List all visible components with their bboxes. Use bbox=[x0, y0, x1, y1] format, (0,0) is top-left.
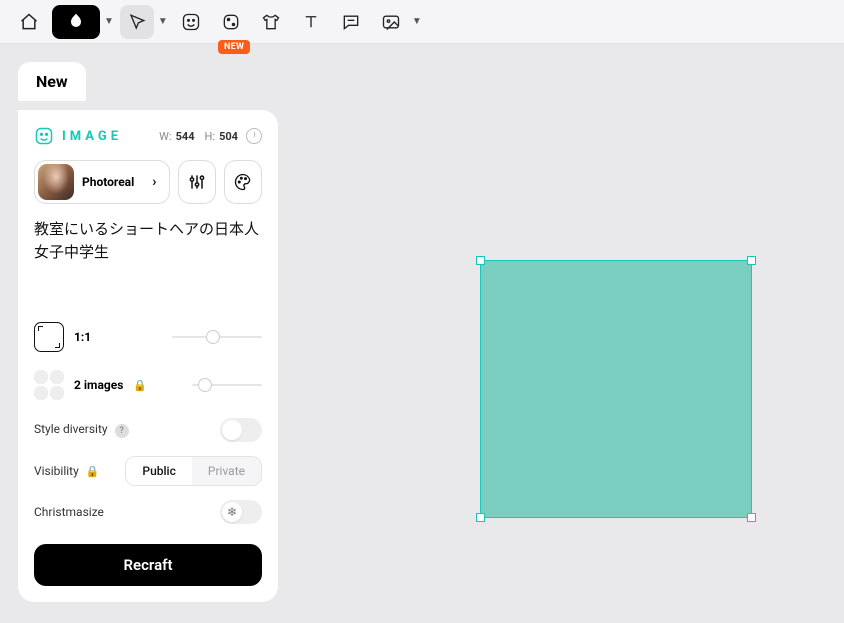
tab-new[interactable]: New bbox=[18, 62, 86, 101]
chevron-down-icon[interactable]: ▼ bbox=[158, 16, 168, 27]
lock-icon: 🔒 bbox=[133, 379, 147, 392]
width-value: 544 bbox=[176, 130, 195, 143]
cursor-icon[interactable] bbox=[120, 5, 154, 39]
images-count-label: 2 images bbox=[74, 378, 123, 392]
visibility-row: Visibility 🔒 Public Private bbox=[34, 456, 262, 486]
brand-tool-group[interactable]: ▼ bbox=[52, 5, 114, 39]
aspect-label: 1:1 bbox=[74, 330, 91, 344]
resize-handle-br[interactable] bbox=[747, 513, 756, 522]
home-icon[interactable] bbox=[12, 5, 46, 39]
image-tool-group[interactable]: ▼ bbox=[374, 5, 422, 39]
resize-handle-tl[interactable] bbox=[476, 256, 485, 265]
sliders-button[interactable] bbox=[178, 160, 216, 204]
aspect-slider[interactable] bbox=[172, 336, 262, 338]
recraft-button[interactable]: Recraft bbox=[34, 544, 262, 586]
top-toolbar: ▼ ▼ ▼ bbox=[0, 0, 844, 44]
visibility-private[interactable]: Private bbox=[192, 457, 261, 485]
cursor-tool-group[interactable]: ▼ bbox=[120, 5, 168, 39]
generation-panel: IMAGE W: 544 H: 504 Photoreal › 教室にいるショー… bbox=[18, 110, 278, 602]
face-tool-icon[interactable] bbox=[174, 5, 208, 39]
comment-tool-icon[interactable] bbox=[334, 5, 368, 39]
style-diversity-toggle[interactable] bbox=[220, 418, 262, 442]
new-badge: NEW bbox=[218, 40, 250, 54]
style-thumbnail bbox=[38, 164, 74, 200]
image-tool-icon[interactable] bbox=[374, 5, 408, 39]
style-diversity-label: Style diversity bbox=[34, 422, 108, 436]
style-diversity-row: Style diversity ? bbox=[34, 418, 262, 442]
images-count-row: 2 images 🔒 bbox=[34, 370, 262, 400]
canvas-selected-rect[interactable] bbox=[480, 260, 752, 518]
mode-image-label[interactable]: IMAGE bbox=[34, 126, 122, 146]
brand-tool-icon[interactable] bbox=[52, 5, 100, 39]
lock-icon: 🔒 bbox=[86, 465, 100, 478]
grid-icon[interactable] bbox=[34, 370, 64, 400]
aspect-icon[interactable] bbox=[34, 322, 64, 352]
history-icon[interactable] bbox=[246, 128, 262, 144]
christmasize-row: Christmasize ❄ bbox=[34, 500, 262, 524]
style-selector[interactable]: Photoreal › bbox=[34, 160, 170, 204]
mode-label-text: IMAGE bbox=[62, 129, 122, 144]
info-icon[interactable]: ? bbox=[115, 424, 129, 438]
visibility-public[interactable]: Public bbox=[126, 457, 191, 485]
chevron-down-icon[interactable]: ▼ bbox=[104, 16, 114, 27]
height-label: H: bbox=[205, 130, 216, 143]
visibility-label: Visibility bbox=[34, 464, 79, 478]
panel-header: IMAGE W: 544 H: 504 bbox=[34, 126, 262, 146]
aspect-row: 1:1 bbox=[34, 322, 262, 352]
resize-handle-tr[interactable] bbox=[747, 256, 756, 265]
width-label: W: bbox=[159, 130, 171, 143]
christmasize-label: Christmasize bbox=[34, 505, 104, 519]
chevron-right-icon: › bbox=[152, 174, 156, 190]
text-tool-icon[interactable] bbox=[294, 5, 328, 39]
dimensions-display[interactable]: W: 544 H: 504 bbox=[159, 128, 262, 144]
visibility-segmented[interactable]: Public Private bbox=[125, 456, 262, 486]
height-value: 504 bbox=[219, 130, 238, 143]
style-name: Photoreal bbox=[82, 175, 134, 189]
christmasize-toggle[interactable]: ❄ bbox=[220, 500, 262, 524]
prompt-text[interactable]: 教室にいるショートヘアの日本人女子中学生 bbox=[34, 218, 262, 278]
resize-handle-bl[interactable] bbox=[476, 513, 485, 522]
style-row: Photoreal › bbox=[34, 160, 262, 204]
palette-button[interactable] bbox=[224, 160, 262, 204]
chevron-down-icon[interactable]: ▼ bbox=[412, 16, 422, 27]
shirt-tool-icon[interactable] bbox=[254, 5, 288, 39]
images-count-slider[interactable] bbox=[192, 384, 262, 386]
dice-tool-icon[interactable] bbox=[214, 5, 248, 39]
